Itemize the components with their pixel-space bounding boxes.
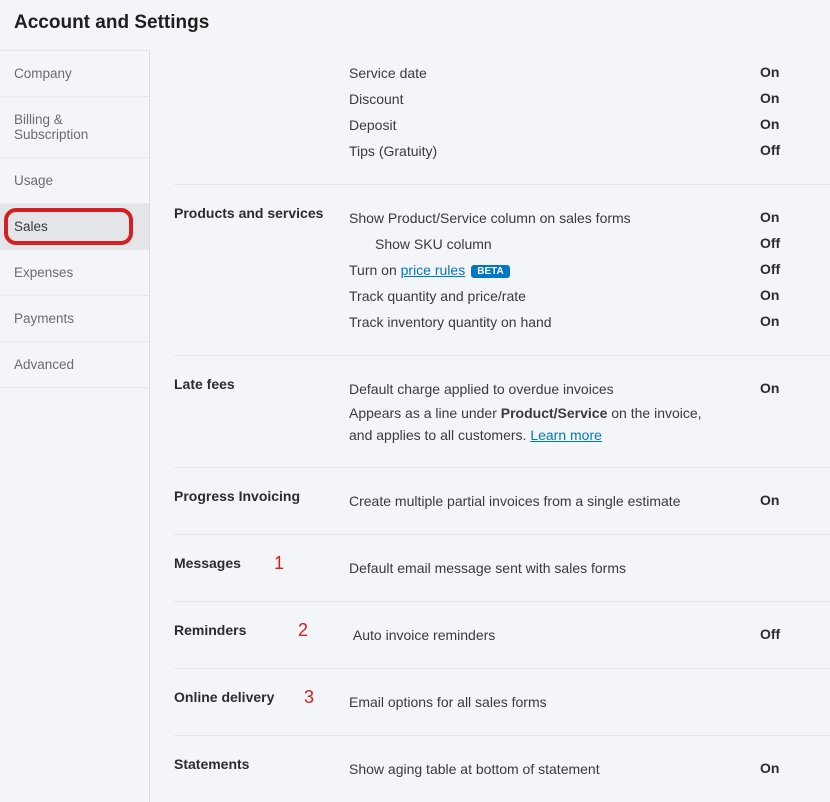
section-online-delivery[interactable]: Online delivery 3 Email options for all … xyxy=(174,669,830,736)
setting-value: On xyxy=(760,209,814,225)
setting-label: Show Product/Service column on sales for… xyxy=(349,210,724,226)
section-heading-empty xyxy=(174,60,349,164)
setting-value: On xyxy=(760,380,814,396)
setting-label: Default charge applied to overdue invoic… xyxy=(349,381,724,397)
setting-label: Create multiple partial invoices from a … xyxy=(349,493,724,509)
setting-label: Default email message sent with sales fo… xyxy=(349,560,724,576)
annotation-1: 1 xyxy=(274,553,284,574)
section-reminders[interactable]: Reminders 2 Auto invoice reminders Off xyxy=(174,602,830,669)
setting-value: Off xyxy=(760,626,814,642)
setting-row: Show SKU columnOff xyxy=(349,231,724,257)
setting-value: On xyxy=(760,313,814,329)
section-messages[interactable]: Messages 1 Default email message sent wi… xyxy=(174,535,830,602)
setting-value: On xyxy=(760,492,814,508)
setting-row: Service dateOn xyxy=(349,60,724,86)
setting-row: Tips (Gratuity)Off xyxy=(349,138,724,164)
nav-item-sales[interactable]: Sales xyxy=(0,204,149,250)
setting-value: On xyxy=(760,760,814,776)
setting-label: Email options for all sales forms xyxy=(349,694,724,710)
setting-label: Track inventory quantity on hand xyxy=(349,314,724,330)
setting-row: Track quantity and price/rateOn xyxy=(349,283,724,309)
nav-item-expenses[interactable]: Expenses xyxy=(0,250,149,296)
content: Service dateOnDiscountOnDepositOnTips (G… xyxy=(150,50,830,802)
nav-item-billing-subscription[interactable]: Billing & Subscription xyxy=(0,97,149,158)
section-heading: Products and services xyxy=(174,205,349,335)
setting-value: Off xyxy=(760,142,814,158)
setting-value: On xyxy=(760,287,814,303)
price-rules-link[interactable]: price rules xyxy=(401,262,466,278)
setting-value: On xyxy=(760,64,814,80)
setting-label: Track quantity and price/rate xyxy=(349,288,724,304)
beta-badge: BETA xyxy=(471,265,509,278)
section-products-services[interactable]: Products and services Show Product/Servi… xyxy=(174,185,830,356)
annotation-2: 2 xyxy=(298,620,308,641)
setting-description: Appears as a line under Product/Service … xyxy=(349,402,724,447)
section-late-fees[interactable]: Late fees Default charge applied to over… xyxy=(174,356,830,468)
setting-label: Deposit xyxy=(349,117,724,133)
section-heading: Statements xyxy=(174,756,349,782)
setting-row: Turn on price rulesBETAOff xyxy=(349,257,724,283)
section-heading: Late fees xyxy=(174,376,349,447)
setting-label: Auto invoice reminders xyxy=(349,627,724,643)
annotation-3: 3 xyxy=(304,687,314,708)
setting-value: On xyxy=(760,116,814,132)
setting-row: DepositOn xyxy=(349,112,724,138)
setting-value: Off xyxy=(760,235,814,251)
setting-label: Show aging table at bottom of statement xyxy=(349,761,724,777)
section-sales-form-content: Service dateOnDiscountOnDepositOnTips (G… xyxy=(174,50,830,185)
section-statements[interactable]: Statements Show aging table at bottom of… xyxy=(174,736,830,802)
nav-item-company[interactable]: Company xyxy=(0,51,149,97)
learn-more-link[interactable]: Learn more xyxy=(530,427,602,443)
section-heading: Progress Invoicing xyxy=(174,488,349,514)
nav-item-payments[interactable]: Payments xyxy=(0,296,149,342)
setting-value: Off xyxy=(760,261,814,277)
setting-label: Turn on price rulesBETA xyxy=(349,262,724,278)
setting-label: Show SKU column xyxy=(349,236,724,252)
setting-label: Discount xyxy=(349,91,724,107)
nav-item-advanced[interactable]: Advanced xyxy=(0,342,149,388)
section-heading: Online delivery xyxy=(174,689,349,715)
highlight-annotation xyxy=(4,208,133,245)
section-heading: Messages xyxy=(174,555,349,581)
section-heading: Reminders xyxy=(174,622,349,648)
setting-row: Track inventory quantity on handOn xyxy=(349,309,724,335)
sidebar: CompanyBilling & SubscriptionUsageSalesE… xyxy=(0,50,150,802)
setting-label: Tips (Gratuity) xyxy=(349,143,724,159)
section-progress-invoicing[interactable]: Progress Invoicing Create multiple parti… xyxy=(174,468,830,535)
setting-row: Show Product/Service column on sales for… xyxy=(349,205,724,231)
setting-value: On xyxy=(760,90,814,106)
page-title: Account and Settings xyxy=(0,0,830,50)
nav-item-usage[interactable]: Usage xyxy=(0,158,149,204)
setting-label: Service date xyxy=(349,65,724,81)
setting-row: DiscountOn xyxy=(349,86,724,112)
